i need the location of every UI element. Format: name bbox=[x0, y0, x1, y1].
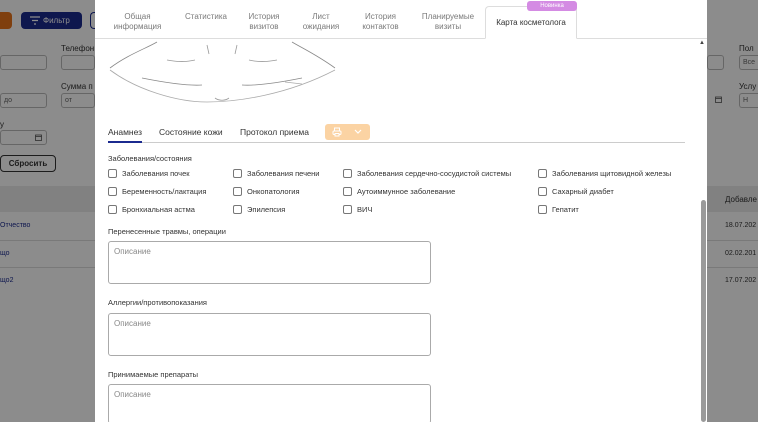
checkbox-autoimmune[interactable]: Аутоиммунное заболевание bbox=[343, 187, 455, 196]
tab-planned-visits[interactable]: Планируемые визиты bbox=[418, 12, 478, 32]
checkbox-label: Эпилепсия bbox=[247, 205, 286, 214]
chevron-down-icon bbox=[354, 129, 362, 134]
checkbox-liver[interactable]: Заболевания печени bbox=[233, 169, 320, 178]
tab-waiting-list[interactable]: Лист ожидания bbox=[300, 12, 342, 32]
checkbox-box[interactable] bbox=[343, 205, 352, 214]
checkbox-label: Аутоиммунное заболевание bbox=[357, 187, 456, 196]
injuries-textarea[interactable]: Описание bbox=[108, 241, 431, 284]
checkbox-cardiovascular[interactable]: Заболевания сердечно-сосудистой системы bbox=[343, 169, 511, 178]
checkbox-box[interactable] bbox=[108, 187, 117, 196]
checkbox-box[interactable] bbox=[108, 205, 117, 214]
allergies-textarea[interactable]: Описание bbox=[108, 313, 431, 356]
medications-textarea[interactable]: Описание bbox=[108, 384, 431, 422]
checkbox-label: Бронхиальная астма bbox=[122, 205, 195, 214]
checkbox-box[interactable] bbox=[538, 187, 547, 196]
tab-visit-history[interactable]: История визитов bbox=[245, 12, 283, 32]
checkbox-box[interactable] bbox=[233, 187, 242, 196]
checkbox-oncology[interactable]: Онкопатология bbox=[233, 187, 300, 196]
new-badge: Новинка bbox=[527, 1, 577, 11]
checkbox-label: Сахарный диабет bbox=[552, 187, 614, 196]
client-card-modal: Общая информация Статистика История визи… bbox=[95, 0, 707, 422]
checkbox-box[interactable] bbox=[233, 205, 242, 214]
checkbox-box[interactable] bbox=[233, 169, 242, 178]
tab-contact-history[interactable]: История контактов bbox=[358, 12, 403, 32]
modal-scrollbar-thumb[interactable] bbox=[701, 200, 706, 422]
checkbox-pregnancy[interactable]: Беременность/лактация bbox=[108, 187, 206, 196]
checkbox-label: Заболевания сердечно-сосудистой системы bbox=[357, 169, 512, 178]
checkbox-epilepsy[interactable]: Эпилепсия bbox=[233, 205, 285, 214]
checkbox-box[interactable] bbox=[538, 169, 547, 178]
injuries-title: Перенесенные травмы, операции bbox=[108, 227, 226, 236]
conditions-title: Заболевания/состояния bbox=[108, 154, 192, 163]
checkbox-asthma[interactable]: Бронхиальная астма bbox=[108, 205, 195, 214]
checkbox-box[interactable] bbox=[108, 169, 117, 178]
allergies-title: Аллергии/противопоказания bbox=[108, 298, 207, 307]
scroll-up-arrow-icon[interactable]: ▲ bbox=[699, 40, 705, 46]
anamnesis-subtabs: Анамнез Состояние кожи Протокол приема bbox=[108, 124, 685, 143]
checkbox-label: Заболевания почек bbox=[122, 169, 190, 178]
tab-bar: Общая информация Статистика История визи… bbox=[95, 0, 707, 39]
checkbox-thyroid[interactable]: Заболевания щитовидной железы bbox=[538, 169, 671, 178]
subtab-visit-protocol[interactable]: Протокол приема bbox=[240, 127, 309, 137]
checkbox-hepatitis[interactable]: Гепатит bbox=[538, 205, 579, 214]
checkbox-box[interactable] bbox=[538, 205, 547, 214]
face-diagram[interactable] bbox=[107, 40, 337, 108]
checkbox-kidney[interactable]: Заболевания почек bbox=[108, 169, 190, 178]
checkbox-box[interactable] bbox=[343, 169, 352, 178]
tab-general-info[interactable]: Общая информация bbox=[110, 12, 165, 32]
checkbox-hiv[interactable]: ВИЧ bbox=[343, 205, 372, 214]
checkbox-label: Заболевания щитовидной железы bbox=[552, 169, 672, 178]
subtab-anamnesis[interactable]: Анамнез bbox=[108, 127, 143, 143]
checkbox-label: Беременность/лактация bbox=[122, 187, 207, 196]
medications-title: Принимаемые препараты bbox=[108, 370, 199, 379]
printer-icon bbox=[332, 127, 342, 137]
checkbox-label: ВИЧ bbox=[357, 205, 373, 214]
checkbox-label: Онкопатология bbox=[247, 187, 300, 196]
print-button[interactable] bbox=[325, 124, 370, 140]
checkbox-box[interactable] bbox=[343, 187, 352, 196]
tab-statistics[interactable]: Статистика bbox=[182, 12, 230, 22]
checkbox-diabetes[interactable]: Сахарный диабет bbox=[538, 187, 614, 196]
checkbox-label: Заболевания печени bbox=[247, 169, 320, 178]
checkbox-label: Гепатит bbox=[552, 205, 579, 214]
subtab-skin-condition[interactable]: Состояние кожи bbox=[159, 127, 223, 137]
